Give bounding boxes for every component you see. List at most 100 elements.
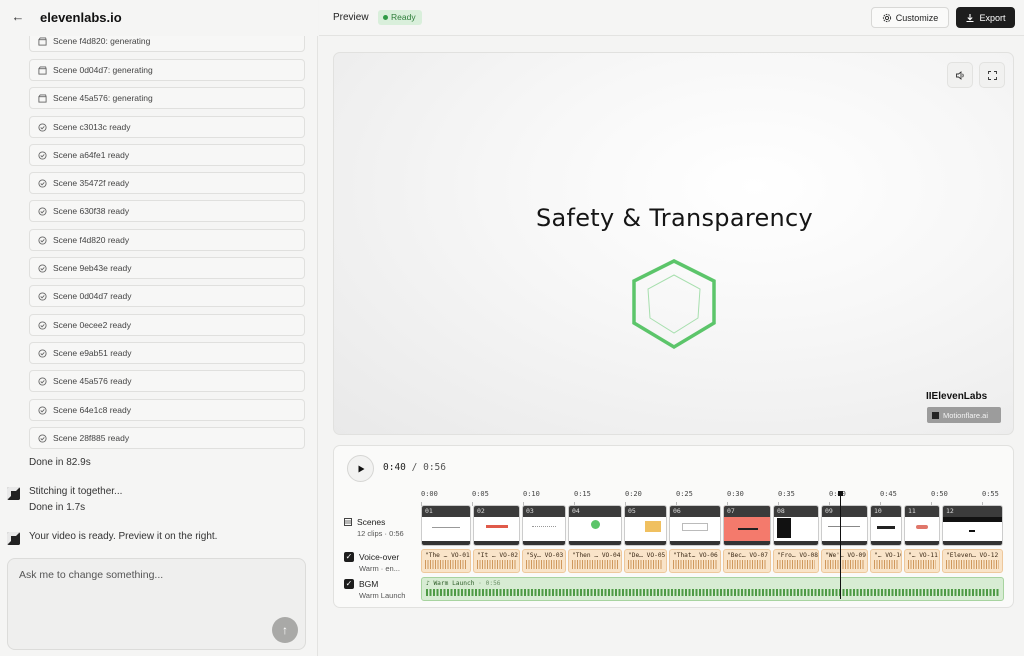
- play-button[interactable]: [347, 455, 374, 482]
- download-icon: [966, 13, 974, 22]
- fullscreen-icon: [987, 70, 997, 80]
- voice-over-track-label: Voice-over Warm · en...: [359, 552, 400, 573]
- chat-composer: ↑: [7, 558, 306, 650]
- scene-status-label: Scene e9ab51 ready: [53, 348, 132, 358]
- send-button[interactable]: ↑: [272, 617, 298, 643]
- current-time: 0:40: [383, 462, 406, 473]
- bgm-label: BGM: [359, 579, 379, 589]
- vo-text: "That…: [673, 552, 696, 559]
- vo-text: "…: [874, 552, 882, 559]
- scene-clip[interactable]: 11: [904, 505, 940, 546]
- scene-status-item[interactable]: Scene a64fe1 ready: [29, 144, 305, 166]
- scene-clip[interactable]: 09: [821, 505, 868, 546]
- ruler-tick: 0:00: [421, 490, 438, 506]
- scene-status-item[interactable]: Scene 64e1c8 ready: [29, 399, 305, 421]
- voice-over-checkbox[interactable]: ✓: [344, 552, 354, 562]
- clip-number: 04: [569, 506, 621, 517]
- vo-clip[interactable]: "We'… VO-09: [821, 549, 868, 573]
- fullscreen-button[interactable]: [979, 62, 1005, 88]
- customize-button[interactable]: Customize: [871, 7, 949, 28]
- vo-clip[interactable]: "It … VO-02: [473, 549, 520, 573]
- clip-number: 08: [774, 506, 818, 517]
- vo-clip[interactable]: "Fro… VO-08: [773, 549, 819, 573]
- clip-number: 07: [724, 506, 770, 517]
- scene-status-item[interactable]: Scene 45a576: generating: [29, 87, 305, 109]
- ruler-tick: 0:20: [625, 490, 642, 506]
- vo-clip[interactable]: "Eleven… VO-12: [942, 549, 1003, 573]
- time-ruler[interactable]: 0:00 0:05 0:10 0:15 0:20 0:25 0:30 0:35 …: [421, 490, 1006, 506]
- bgm-length: · 0:56: [478, 580, 501, 587]
- scene-status-item[interactable]: Scene 28f885 ready: [29, 427, 305, 449]
- vo-clip[interactable]: "Then … VO-04: [568, 549, 622, 573]
- scene-status-item[interactable]: Scene 630f38 ready: [29, 200, 305, 222]
- vo-id: VO-03: [544, 552, 564, 559]
- bgm-checkbox[interactable]: ✓: [344, 579, 354, 589]
- scene-status-item[interactable]: Scene 0d04d7: generating: [29, 59, 305, 81]
- scene-clip[interactable]: 03: [522, 505, 566, 546]
- vo-text: "Bec…: [727, 552, 746, 559]
- check-circle-icon: [37, 320, 47, 330]
- vo-id: VO-07: [749, 552, 769, 559]
- ruler-tick: 0:45: [880, 490, 897, 506]
- vo-clip[interactable]: "… VO-11: [904, 549, 940, 573]
- export-label: Export: [979, 12, 1006, 23]
- scene-status-item[interactable]: Scene f4d820 ready: [29, 229, 305, 251]
- vo-id: VO-05: [646, 552, 666, 559]
- vo-clip[interactable]: "That… VO-06: [669, 549, 721, 573]
- back-arrow-icon[interactable]: ←: [10, 9, 26, 25]
- video-player[interactable]: Safety & Transparency IIElevenLabs Motio…: [333, 52, 1014, 435]
- time-separator: /: [411, 462, 418, 473]
- vo-clip[interactable]: "The … VO-01: [421, 549, 471, 573]
- scene-status-label: Scene a64fe1 ready: [53, 150, 130, 160]
- vo-clip[interactable]: "Sy… VO-03: [522, 549, 566, 573]
- scene-clip[interactable]: 10: [870, 505, 902, 546]
- scene-status-item[interactable]: Scene 0ecee2 ready: [29, 314, 305, 336]
- check-circle-icon: [37, 348, 47, 358]
- customize-label: Customize: [895, 12, 939, 23]
- scene-status-item[interactable]: Scene c3013c ready: [29, 116, 305, 138]
- scene-clip[interactable]: 01: [421, 505, 471, 546]
- check-circle-icon: [37, 405, 47, 415]
- chat-input[interactable]: [19, 569, 289, 629]
- export-button[interactable]: Export: [956, 7, 1015, 28]
- ruler-tick: 0:10: [523, 490, 540, 506]
- playhead[interactable]: [838, 491, 843, 599]
- ruler-tick: 0:50: [931, 490, 948, 506]
- vo-text: "Then …: [572, 552, 599, 559]
- scene-clip[interactable]: 02: [473, 505, 520, 546]
- check-circle-icon: [37, 291, 47, 301]
- scene-status-label: Scene 45a576: generating: [53, 93, 153, 103]
- scene-status-item[interactable]: Scene 35472f ready: [29, 172, 305, 194]
- vo-id: VO-12: [979, 552, 999, 559]
- scene-clip[interactable]: 04: [568, 505, 622, 546]
- scene-clip[interactable]: 06: [669, 505, 721, 546]
- scene-status-item[interactable]: Scene 9eb43e ready: [29, 257, 305, 279]
- clip-number: 10: [871, 506, 901, 517]
- scene-status-item[interactable]: Scene e9ab51 ready: [29, 342, 305, 364]
- scene-clip[interactable]: 07: [723, 505, 771, 546]
- vo-clip[interactable]: "… VO-10: [870, 549, 902, 573]
- scene-status-item[interactable]: Scene 0d04d7 ready: [29, 285, 305, 307]
- clip-number: 03: [523, 506, 565, 517]
- time-readout: 0:40 / 0:56: [383, 462, 446, 473]
- scene-status-label: Scene 45a576 ready: [53, 376, 132, 386]
- vo-clip[interactable]: "Bec… VO-07: [723, 549, 771, 573]
- vo-clip[interactable]: "De… VO-05: [624, 549, 667, 573]
- clip-number: 11: [905, 506, 939, 517]
- vo-text: "Eleven…: [946, 552, 976, 559]
- clip-number: 06: [670, 506, 720, 517]
- vo-id: VO-01: [451, 552, 470, 559]
- brand-title: elevenlabs.io: [40, 10, 122, 25]
- scene-status-label: Scene f4d820: generating: [53, 36, 151, 46]
- check-circle-icon: [37, 178, 47, 188]
- bgm-clip[interactable]: ♪ Warm Launch · 0:56: [421, 577, 1004, 601]
- vo-text: "Sy…: [526, 552, 541, 559]
- check-circle-icon: [37, 376, 47, 386]
- ruler-tick: 0:15: [574, 490, 591, 506]
- scene-clip[interactable]: 08: [773, 505, 819, 546]
- clapper-icon: [37, 65, 47, 75]
- scene-clip[interactable]: 05: [624, 505, 667, 546]
- volume-button[interactable]: [947, 62, 973, 88]
- scene-status-item[interactable]: Scene 45a576 ready: [29, 370, 305, 392]
- scene-clip[interactable]: 12: [942, 505, 1003, 546]
